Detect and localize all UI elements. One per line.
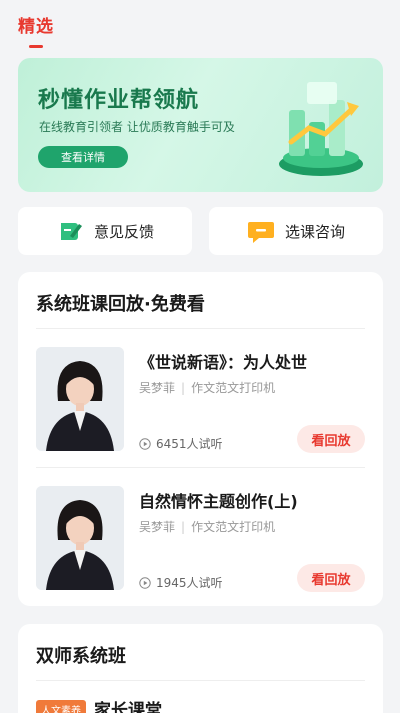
course-category: 作文范文打印机 <box>191 520 276 534</box>
section-title: 系统班课回放·免费看 <box>36 294 205 315</box>
play-circle-icon <box>139 576 151 589</box>
teacher-name: 吴梦菲 <box>139 381 176 395</box>
teacher-photo <box>36 347 124 451</box>
feedback-label: 意见反馈 <box>93 222 154 241</box>
course-title[interactable]: 家长课堂 <box>94 696 162 713</box>
promo-banner[interactable]: 秒懂作业帮领航 在线教育引领者 让优质教育触手可及 查看详情 <box>18 58 383 192</box>
watch-replay-button[interactable]: 看回放 <box>297 564 365 592</box>
banner-title: 秒懂作业帮领航 <box>38 88 200 113</box>
divider <box>36 328 365 329</box>
listener-count: 6451人试听 <box>139 435 223 452</box>
category-tag: 人文素养 <box>36 700 86 713</box>
quick-actions: 意见反馈 选课咨询 <box>18 207 383 255</box>
teacher-name: 吴梦菲 <box>139 520 176 534</box>
view-details-button[interactable]: 查看详情 <box>38 146 128 168</box>
section-title: 双师系统班 <box>36 646 126 667</box>
banner-subtitle: 在线教育引领者 让优质教育触手可及 <box>39 120 235 134</box>
meta-separator: | <box>181 520 186 534</box>
listener-count: 1945人试听 <box>139 574 223 591</box>
course-consult-label: 选课咨询 <box>284 222 345 241</box>
tab-featured-label: 精选 <box>18 17 54 37</box>
chat-bubble-icon <box>247 222 274 243</box>
teacher-avatar-icon <box>36 486 124 590</box>
course-item[interactable]: 自然情怀主题创作(上) 吴梦菲 | 作文范文打印机 1945人试听 看回放 <box>36 486 365 592</box>
divider <box>36 680 365 681</box>
tab-active-indicator <box>29 45 43 48</box>
listener-count-text: 6451人试听 <box>156 437 223 451</box>
feedback-pencil-icon <box>60 223 82 240</box>
teacher-avatar-icon <box>36 347 124 451</box>
dual-teacher-section-card: 双师系统班 人文素养 家长课堂 <box>18 624 383 713</box>
course-consult-button[interactable]: 选课咨询 <box>209 207 383 255</box>
course-meta: 吴梦菲 | 作文范文打印机 <box>139 518 275 535</box>
course-item[interactable]: 《世说新语》：为人处世 吴梦菲 | 作文范文打印机 6451人试听 看回放 <box>36 347 365 453</box>
course-title: 《世说新语》：为人处世 <box>139 353 308 372</box>
play-circle-icon <box>139 437 151 450</box>
watch-replay-button[interactable]: 看回放 <box>297 425 365 453</box>
course-category: 作文范文打印机 <box>191 381 276 395</box>
course-meta: 吴梦菲 | 作文范文打印机 <box>139 379 275 396</box>
replay-section-card: 系统班课回放·免费看 《世说新语》：为人处世 吴梦菲 | 作文范文打印机 6451人… <box>18 272 383 606</box>
growth-chart-illustration-icon <box>279 82 363 176</box>
listener-count-text: 1945人试听 <box>156 576 223 590</box>
divider <box>36 467 365 468</box>
teacher-photo <box>36 486 124 590</box>
course-title: 自然情怀主题创作(上) <box>139 492 298 511</box>
feedback-button[interactable]: 意见反馈 <box>18 207 192 255</box>
tab-featured[interactable]: 精选 <box>18 12 58 48</box>
meta-separator: | <box>181 381 186 395</box>
